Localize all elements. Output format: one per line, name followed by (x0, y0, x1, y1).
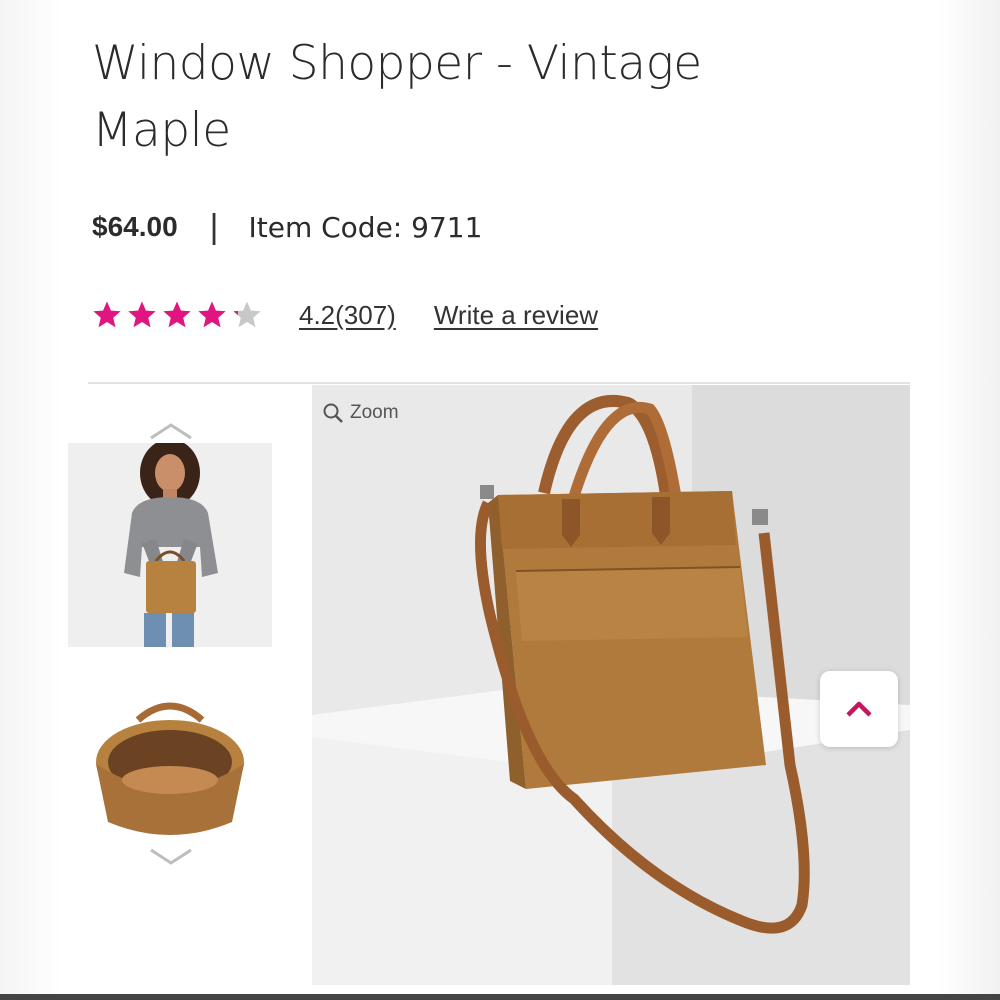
section-divider (88, 382, 910, 384)
price-row: $64.00 | Item Code: 9711 (92, 205, 482, 249)
write-review-link[interactable]: Write a review (434, 300, 598, 331)
chevron-up-icon[interactable] (148, 420, 194, 442)
zoom-button[interactable]: Zoom (322, 402, 399, 424)
zoom-label: Zoom (350, 402, 399, 423)
star-icon (198, 301, 226, 328)
chevron-down-icon[interactable] (148, 846, 194, 868)
product-title: Window Shopper - Vintage Maple (92, 36, 702, 158)
model-holding-bag-image (68, 443, 272, 647)
star-icon (233, 301, 261, 328)
star-icon (93, 301, 121, 328)
bottom-edge (0, 994, 1000, 1000)
thumbnail-model[interactable] (68, 443, 272, 647)
back-to-top-button[interactable] (820, 671, 898, 747)
star-icon (128, 301, 156, 328)
rating-count-link[interactable]: 4.2(307) (299, 300, 396, 331)
star-rating[interactable] (92, 300, 267, 330)
chevron-up-icon (846, 701, 872, 717)
magnifier-icon (323, 403, 343, 423)
rating-row: 4.2(307) Write a review (92, 293, 598, 337)
price-divider: | (209, 207, 219, 246)
star-icon (163, 301, 191, 328)
frame-shade-right (938, 0, 1000, 1000)
item-code: Item Code: 9711 (248, 210, 483, 244)
product-price: $64.00 (92, 211, 178, 242)
frame-shade-left (0, 0, 62, 1000)
